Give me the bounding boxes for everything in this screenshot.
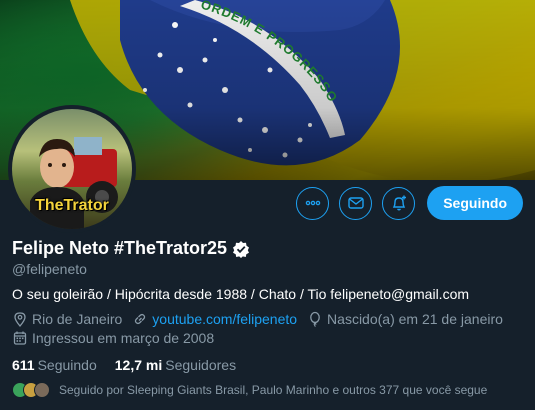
joined-text: Ingressou em março de 2008 (32, 330, 215, 346)
message-button[interactable] (339, 186, 373, 220)
website-link[interactable]: youtube.com/felipeneto (152, 311, 297, 327)
followed-by[interactable]: Seguido por Sleeping Giants Brasil, Paul… (12, 382, 487, 398)
profile-name: Felipe Neto #TheTrator25 (12, 238, 228, 258)
profile-actions: Seguindo (296, 186, 523, 220)
following-button[interactable]: Seguindo (427, 186, 523, 220)
birthday: Nascido(a) em 21 de janeiro (307, 311, 503, 327)
birthday-text: Nascido(a) em 21 de janeiro (327, 311, 503, 327)
avatar[interactable]: TheTrator (8, 105, 136, 233)
follow-stats: 611 Seguindo 12,7 mi Seguidores (12, 357, 254, 373)
location: Rio de Janeiro (12, 311, 122, 327)
avatar-caption: TheTrator (35, 197, 109, 214)
followed-by-avatars (12, 382, 50, 398)
calendar-icon (13, 331, 27, 345)
website: youtube.com/felipeneto (132, 311, 297, 327)
location-pin-icon (14, 312, 26, 327)
avatar-image: TheTrator (12, 109, 132, 229)
verified-badge-icon (232, 240, 250, 258)
profile-name-row: Felipe Neto #TheTrator25 (12, 238, 250, 259)
envelope-icon (348, 197, 364, 209)
followers-count-link[interactable]: 12,7 mi Seguidores (115, 357, 236, 373)
profile-joined: Ingressou em março de 2008 (12, 330, 224, 346)
following-count: 611 (12, 357, 35, 373)
profile-handle: @felipeneto (12, 261, 87, 277)
following-label: Seguindo (37, 357, 97, 373)
followers-label: Seguidores (165, 357, 237, 373)
location-text: Rio de Janeiro (32, 311, 123, 327)
link-icon (135, 313, 146, 325)
profile-meta: Rio de Janeiro youtube.com/felipeneto Na… (12, 311, 513, 327)
followed-by-text: Seguido por Sleeping Giants Brasil, Paul… (59, 383, 488, 397)
balloon-icon (310, 311, 320, 327)
mini-avatar (34, 382, 50, 398)
more-button[interactable] (296, 186, 330, 220)
svg-text:ORDEM E PROGRESSO: ORDEM E PROGRESSO (199, 0, 341, 105)
bell-plus-icon (392, 195, 406, 211)
notifications-button[interactable] (382, 186, 416, 220)
joined: Ingressou em março de 2008 (12, 330, 214, 346)
more-horizontal-icon (305, 200, 320, 206)
following-count-link[interactable]: 611 Seguindo (12, 357, 97, 373)
profile-bio: O seu goleirão / Hipócrita desde 1988 / … (12, 286, 470, 302)
followers-count: 12,7 mi (114, 357, 163, 373)
